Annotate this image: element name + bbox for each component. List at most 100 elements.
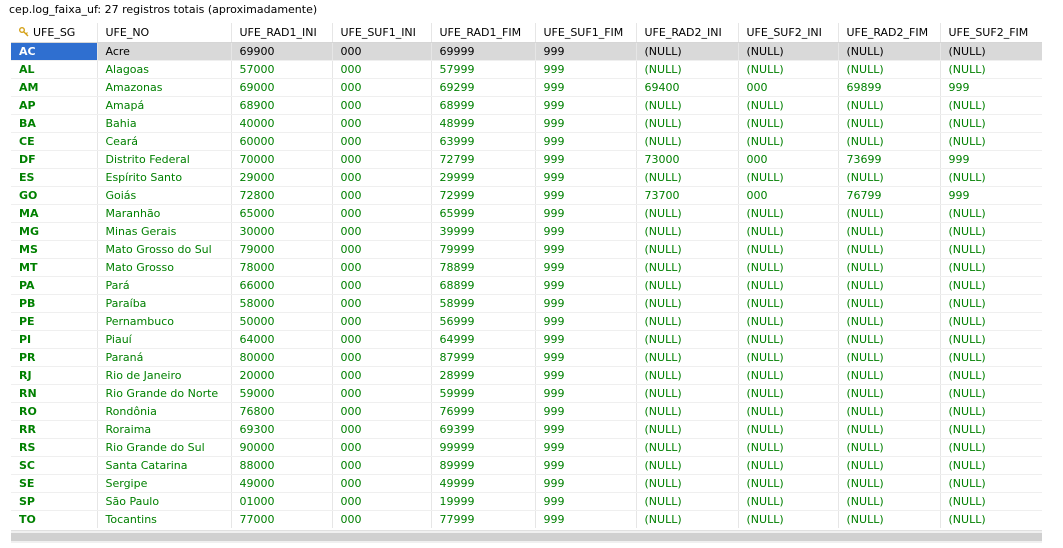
column-header[interactable]: UFE_RAD2_FIM [838,23,941,43]
table-cell[interactable]: 999 [940,186,1042,205]
table-cell[interactable]: (NULL) [838,222,941,241]
table-cell[interactable]: 69900 [231,42,333,61]
table-cell[interactable]: 999 [535,474,637,493]
table-cell[interactable]: (NULL) [738,258,839,277]
table-cell[interactable]: 20000 [231,366,333,385]
table-cell[interactable]: (NULL) [636,132,739,151]
column-header[interactable]: UFE_SUF1_INI [332,23,432,43]
table-cell[interactable]: (NULL) [738,456,839,475]
table-cell[interactable]: 000 [332,456,432,475]
table-row[interactable]: PI Piauí 64000 000 64999 999 (NULL) (NULL) (NULL… [11,330,1042,349]
table-cell[interactable]: Minas Gerais [97,222,232,241]
table-cell[interactable]: 88000 [231,456,333,475]
table-cell[interactable]: (NULL) [738,222,839,241]
table-cell[interactable]: 59999 [431,384,536,403]
table-row[interactable]: CE Ceará 60000 000 63999 999 (NULL) (NULL) (NULL… [11,132,1042,151]
table-cell[interactable]: 65999 [431,204,536,223]
table-cell[interactable]: 000 [738,78,839,97]
table-cell[interactable]: (NULL) [940,492,1042,511]
table-cell[interactable]: 68899 [431,276,536,295]
table-cell[interactable]: 56999 [431,312,536,331]
table-cell[interactable]: 000 [332,438,432,457]
column-header[interactable]: UFE_RAD1_INI [231,23,333,43]
table-row[interactable]: RO Rondônia 76800 000 76999 999 (NULL) (NULL) (N… [11,402,1042,421]
table-cell[interactable]: (NULL) [940,222,1042,241]
table-cell[interactable]: 000 [332,510,432,528]
table-cell[interactable]: 60000 [231,132,333,151]
table-cell[interactable]: 000 [332,258,432,277]
table-cell[interactable]: (NULL) [940,168,1042,187]
table-cell[interactable]: 77000 [231,510,333,528]
table-cell[interactable]: (NULL) [838,402,941,421]
table-cell[interactable]: Paraíba [97,294,232,313]
table-cell[interactable]: (NULL) [738,96,839,115]
table-cell[interactable]: 999 [535,348,637,367]
table-cell[interactable]: (NULL) [940,114,1042,133]
column-header[interactable]: UFE_SUF2_FIM [940,23,1042,43]
table-cell[interactable]: (NULL) [636,456,739,475]
table-cell[interactable]: Distrito Federal [97,150,232,169]
table-row[interactable]: MA Maranhão 65000 000 65999 999 (NULL) (NULL) (N… [11,204,1042,223]
table-cell[interactable]: ES [11,168,98,187]
table-cell[interactable]: 49999 [431,474,536,493]
table-cell[interactable]: 000 [332,78,432,97]
table-cell[interactable]: 999 [535,294,637,313]
table-cell[interactable]: (NULL) [738,492,839,511]
table-cell[interactable]: (NULL) [738,474,839,493]
table-cell[interactable]: (NULL) [636,114,739,133]
table-cell[interactable]: Mato Grosso [97,258,232,277]
table-cell[interactable]: 000 [332,240,432,259]
table-cell[interactable]: 57999 [431,60,536,79]
table-cell[interactable]: Rio de Janeiro [97,366,232,385]
table-cell[interactable]: 999 [535,330,637,349]
table-cell[interactable]: Acre [97,42,232,61]
table-cell[interactable]: Santa Catarina [97,456,232,475]
table-cell[interactable]: 999 [940,150,1042,169]
table-cell[interactable]: Alagoas [97,60,232,79]
table-cell[interactable]: (NULL) [838,258,941,277]
table-cell[interactable]: (NULL) [838,366,941,385]
table-row[interactable]: RS Rio Grande do Sul 90000 000 99999 999 (NULL… [11,438,1042,457]
table-cell[interactable]: 64999 [431,330,536,349]
table-cell[interactable]: (NULL) [940,276,1042,295]
table-cell[interactable]: MA [11,204,98,223]
table-row[interactable]: MS Mato Grosso do Sul 79000 000 79999 999 (NUL… [11,240,1042,259]
table-cell[interactable]: 69000 [231,78,333,97]
table-cell[interactable]: 000 [332,330,432,349]
table-cell[interactable]: 999 [535,42,637,61]
table-cell[interactable]: MS [11,240,98,259]
table-cell[interactable]: 000 [332,420,432,439]
table-cell[interactable]: (NULL) [838,438,941,457]
table-cell[interactable]: RN [11,384,98,403]
table-cell[interactable]: 57000 [231,60,333,79]
table-cell[interactable]: 999 [535,276,637,295]
table-cell[interactable]: 000 [332,474,432,493]
table-cell[interactable]: 48999 [431,114,536,133]
table-cell[interactable]: 66000 [231,276,333,295]
table-cell[interactable]: 69400 [636,78,739,97]
table-row[interactable]: SP São Paulo 01000 000 19999 999 (NULL) (NULL)(… [11,492,1042,511]
table-cell[interactable]: (NULL) [838,348,941,367]
table-row[interactable]: ES Espírito Santo 29000 000 29999 999 (NULL) (N… [11,168,1042,187]
table-row[interactable]: RR Roraima 69300 000 69399 999 (NULL) (NULL) (NU… [11,420,1042,439]
table-cell[interactable]: 999 [535,78,637,97]
table-cell[interactable]: 65000 [231,204,333,223]
table-cell[interactable]: (NULL) [738,132,839,151]
table-cell[interactable]: 79000 [231,240,333,259]
table-cell[interactable]: (NULL) [838,510,941,528]
table-cell[interactable]: 000 [332,42,432,61]
table-cell[interactable]: (NULL) [636,240,739,259]
table-cell[interactable]: (NULL) [738,42,839,61]
table-cell[interactable]: 68900 [231,96,333,115]
table-cell[interactable]: (NULL) [838,330,941,349]
table-cell[interactable]: (NULL) [838,96,941,115]
table-cell[interactable]: PR [11,348,98,367]
table-cell[interactable]: PA [11,276,98,295]
table-row[interactable]: RJ Rio de Janeiro 20000 000 28999 999 (NULL) (N… [11,366,1042,385]
table-cell[interactable]: 40000 [231,114,333,133]
table-cell[interactable]: (NULL) [738,384,839,403]
table-cell[interactable]: (NULL) [738,312,839,331]
table-cell[interactable]: 000 [332,204,432,223]
table-cell[interactable]: (NULL) [636,42,739,61]
table-cell[interactable]: (NULL) [940,438,1042,457]
